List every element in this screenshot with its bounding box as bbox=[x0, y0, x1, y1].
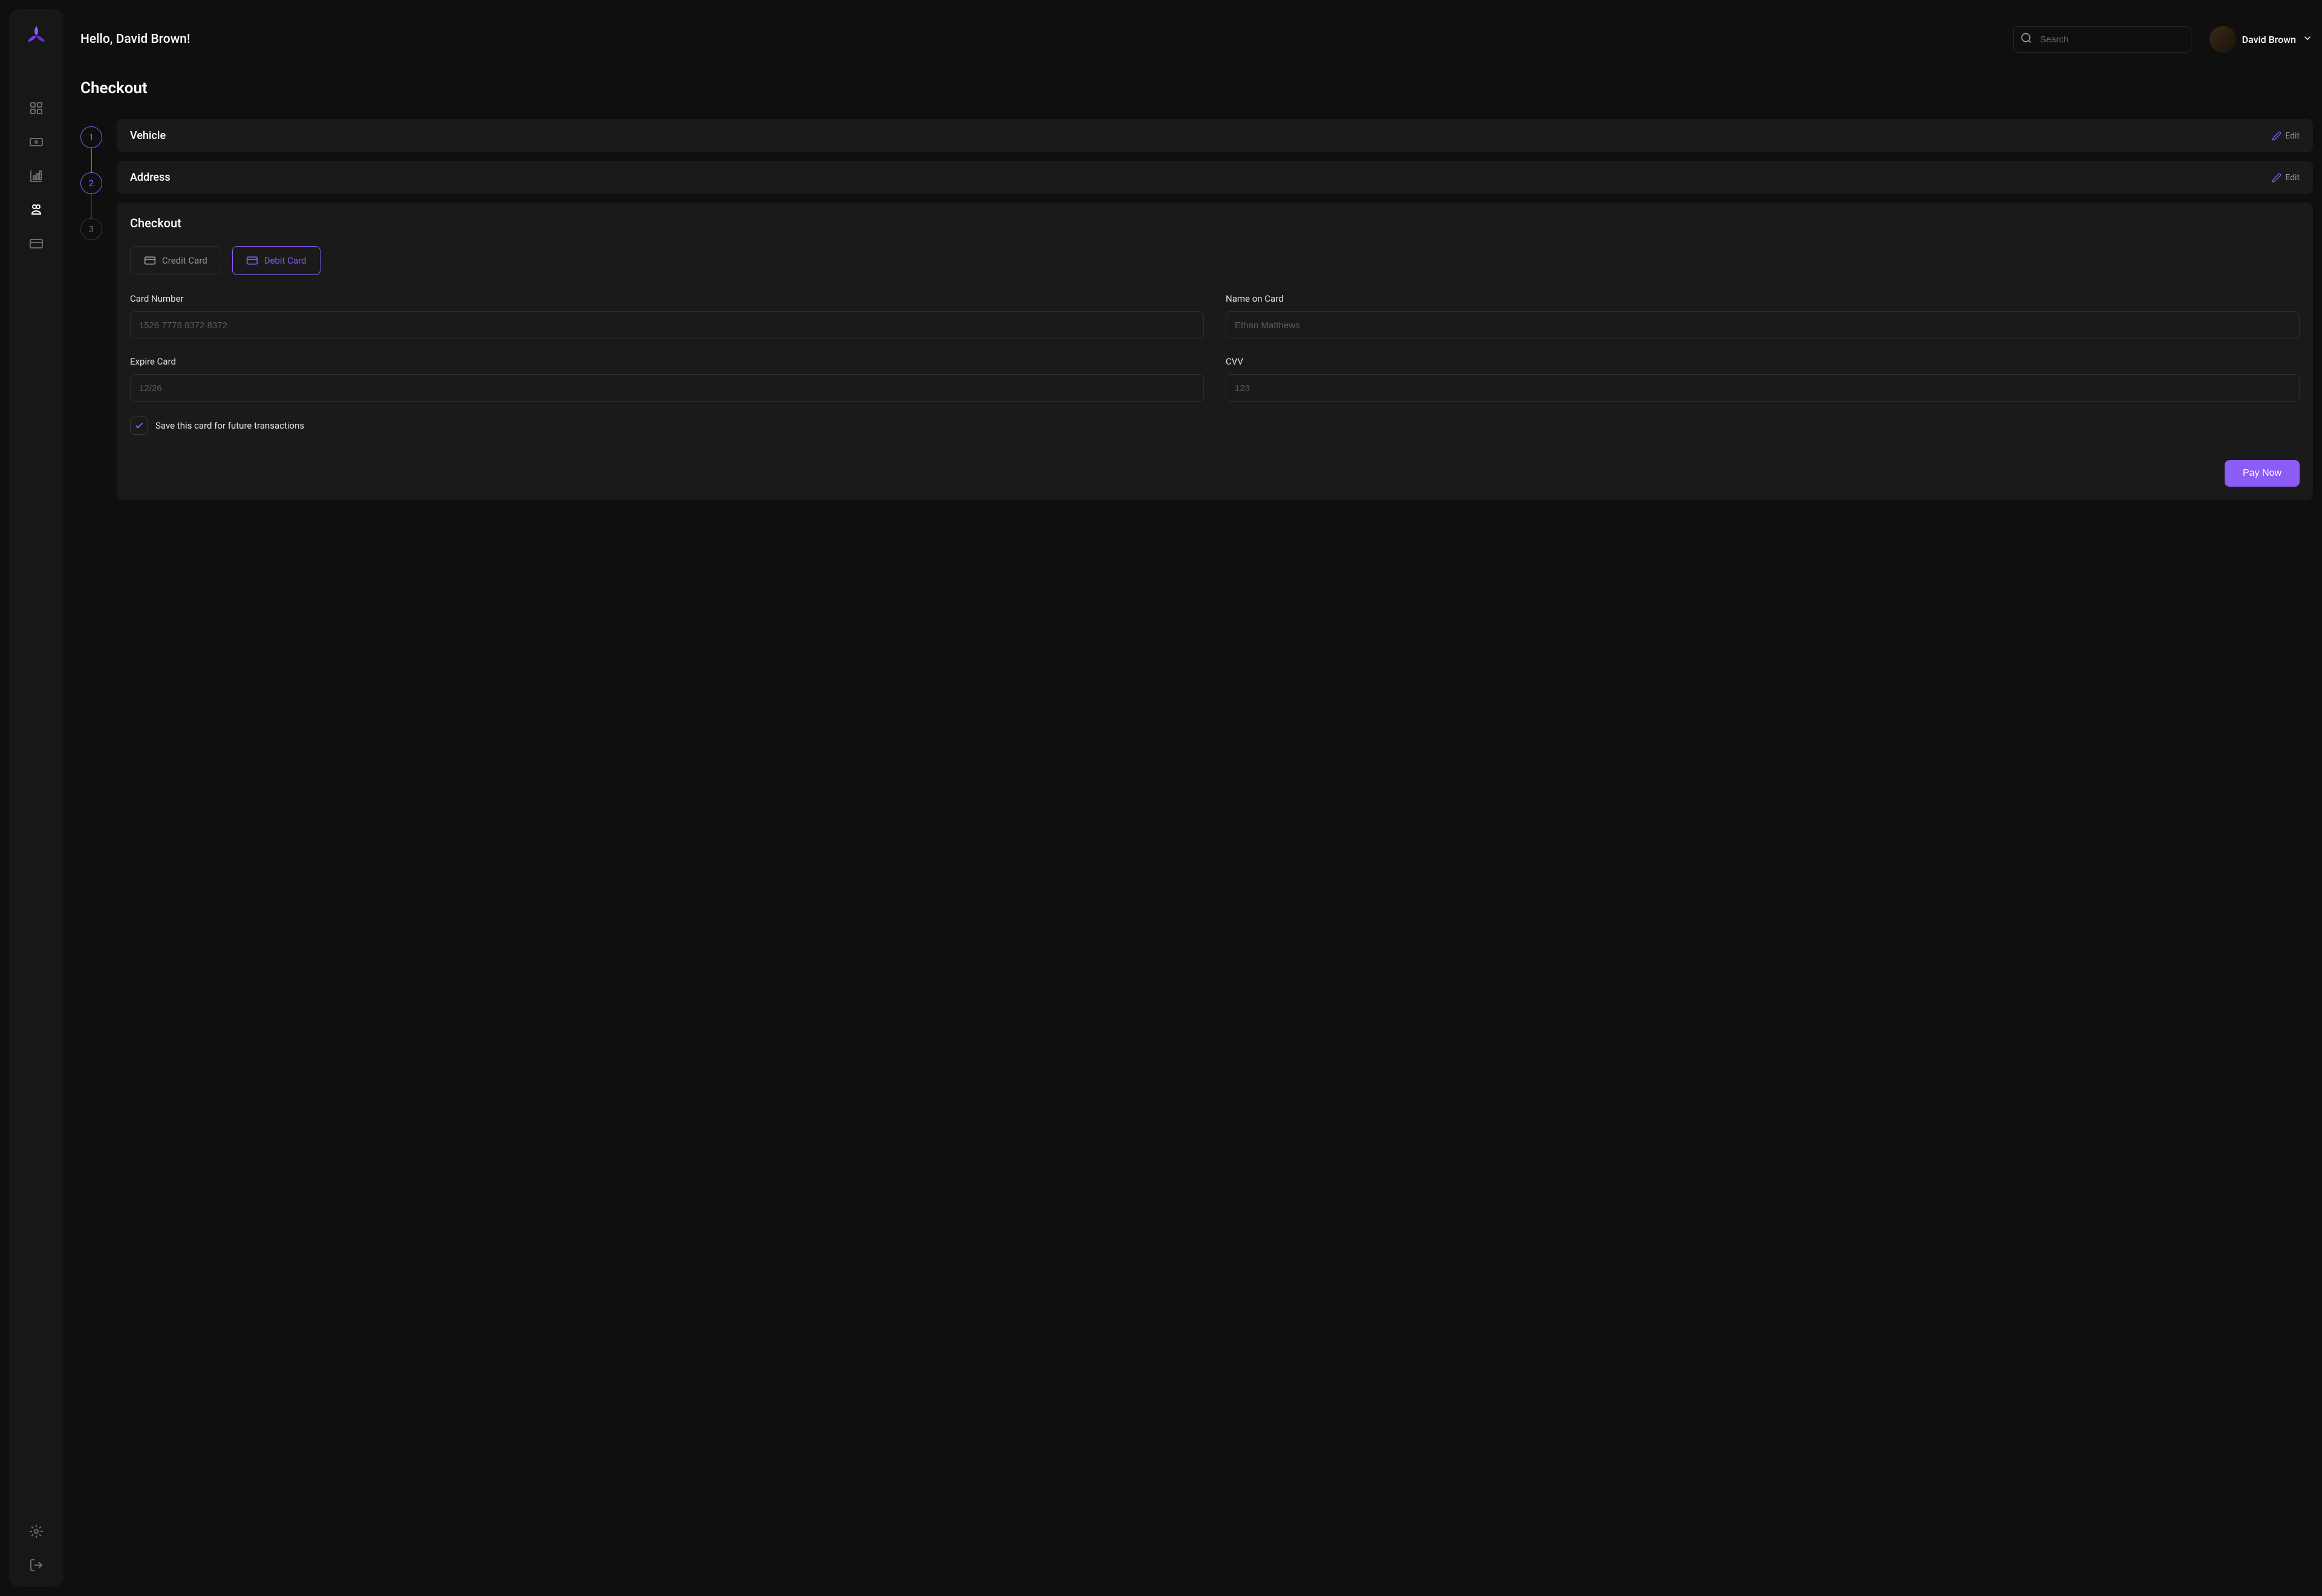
app-logo bbox=[24, 24, 48, 48]
edit-icon bbox=[2272, 131, 2281, 141]
address-title: Address bbox=[130, 171, 171, 184]
tab-credit-card[interactable]: Credit Card bbox=[130, 246, 221, 275]
step-3-indicator: 3 bbox=[80, 218, 102, 240]
tab-debit-card[interactable]: Debit Card bbox=[232, 246, 320, 275]
card-icon bbox=[144, 255, 156, 267]
logout-icon[interactable] bbox=[29, 1558, 44, 1572]
address-panel: Address Edit bbox=[117, 161, 2313, 194]
step-line bbox=[91, 194, 92, 218]
step-line bbox=[91, 148, 92, 172]
step-2-indicator: 2 bbox=[80, 172, 102, 194]
card-icon[interactable] bbox=[29, 236, 44, 251]
save-card-checkbox[interactable] bbox=[130, 417, 148, 435]
chart-icon[interactable] bbox=[29, 169, 44, 183]
edit-icon bbox=[2272, 173, 2281, 183]
avatar bbox=[2210, 26, 2236, 53]
transactions-icon[interactable] bbox=[29, 203, 44, 217]
save-card-row: Save this card for future transactions bbox=[130, 417, 2300, 435]
name-on-card-field[interactable] bbox=[1226, 311, 2300, 339]
panels: Vehicle Edit Address Edit Checkout bbox=[117, 119, 2313, 500]
content: 1 2 3 Vehicle Edit Address Edit bbox=[80, 119, 2313, 500]
greeting: Hello, David Brown! bbox=[80, 32, 190, 47]
name-on-card-label: Name on Card bbox=[1226, 293, 2300, 304]
checkout-panel: Checkout Credit Card Debit Card Card Num… bbox=[117, 203, 2313, 500]
card-icon bbox=[246, 255, 258, 267]
page-title: Checkout bbox=[80, 79, 2313, 97]
pay-row: Pay Now bbox=[130, 460, 2300, 487]
cvv-label: CVV bbox=[1226, 356, 2300, 367]
nav-icons bbox=[29, 101, 44, 1524]
bottom-nav bbox=[29, 1524, 44, 1572]
search-icon bbox=[2020, 32, 2032, 47]
sidebar bbox=[9, 9, 63, 1587]
search-input[interactable] bbox=[2013, 26, 2191, 53]
edit-address-button[interactable]: Edit bbox=[2272, 173, 2300, 183]
step-1-indicator: 1 bbox=[80, 126, 102, 148]
profile-name: David Brown bbox=[2242, 34, 2296, 45]
save-card-label: Save this card for future transactions bbox=[155, 420, 304, 431]
expire-field[interactable] bbox=[130, 374, 1204, 402]
dashboard-icon[interactable] bbox=[29, 101, 44, 115]
expire-label: Expire Card bbox=[130, 356, 1204, 367]
main-content: Hello, David Brown! David Brown Checkout… bbox=[80, 9, 2313, 1587]
settings-icon[interactable] bbox=[29, 1524, 44, 1539]
card-type-tabs: Credit Card Debit Card bbox=[130, 246, 2300, 275]
vehicle-title: Vehicle bbox=[130, 129, 166, 142]
cvv-field[interactable] bbox=[1226, 374, 2300, 402]
profile-menu[interactable]: David Brown bbox=[2210, 26, 2313, 53]
topbar: Hello, David Brown! David Brown bbox=[80, 26, 2313, 53]
edit-vehicle-button[interactable]: Edit bbox=[2272, 131, 2300, 141]
pay-now-button[interactable]: Pay Now bbox=[2225, 460, 2300, 487]
payment-form: Card Number Name on Card Expire Card CVV bbox=[130, 293, 2300, 402]
search-wrap bbox=[2013, 26, 2191, 53]
wallet-icon[interactable] bbox=[29, 135, 44, 149]
chevron-down-icon bbox=[2302, 33, 2313, 46]
card-number-field[interactable] bbox=[130, 311, 1204, 339]
check-icon bbox=[134, 421, 144, 430]
vehicle-panel: Vehicle Edit bbox=[117, 119, 2313, 152]
stepper: 1 2 3 bbox=[80, 119, 102, 500]
checkout-heading: Checkout bbox=[130, 216, 2300, 230]
card-number-label: Card Number bbox=[130, 293, 1204, 304]
